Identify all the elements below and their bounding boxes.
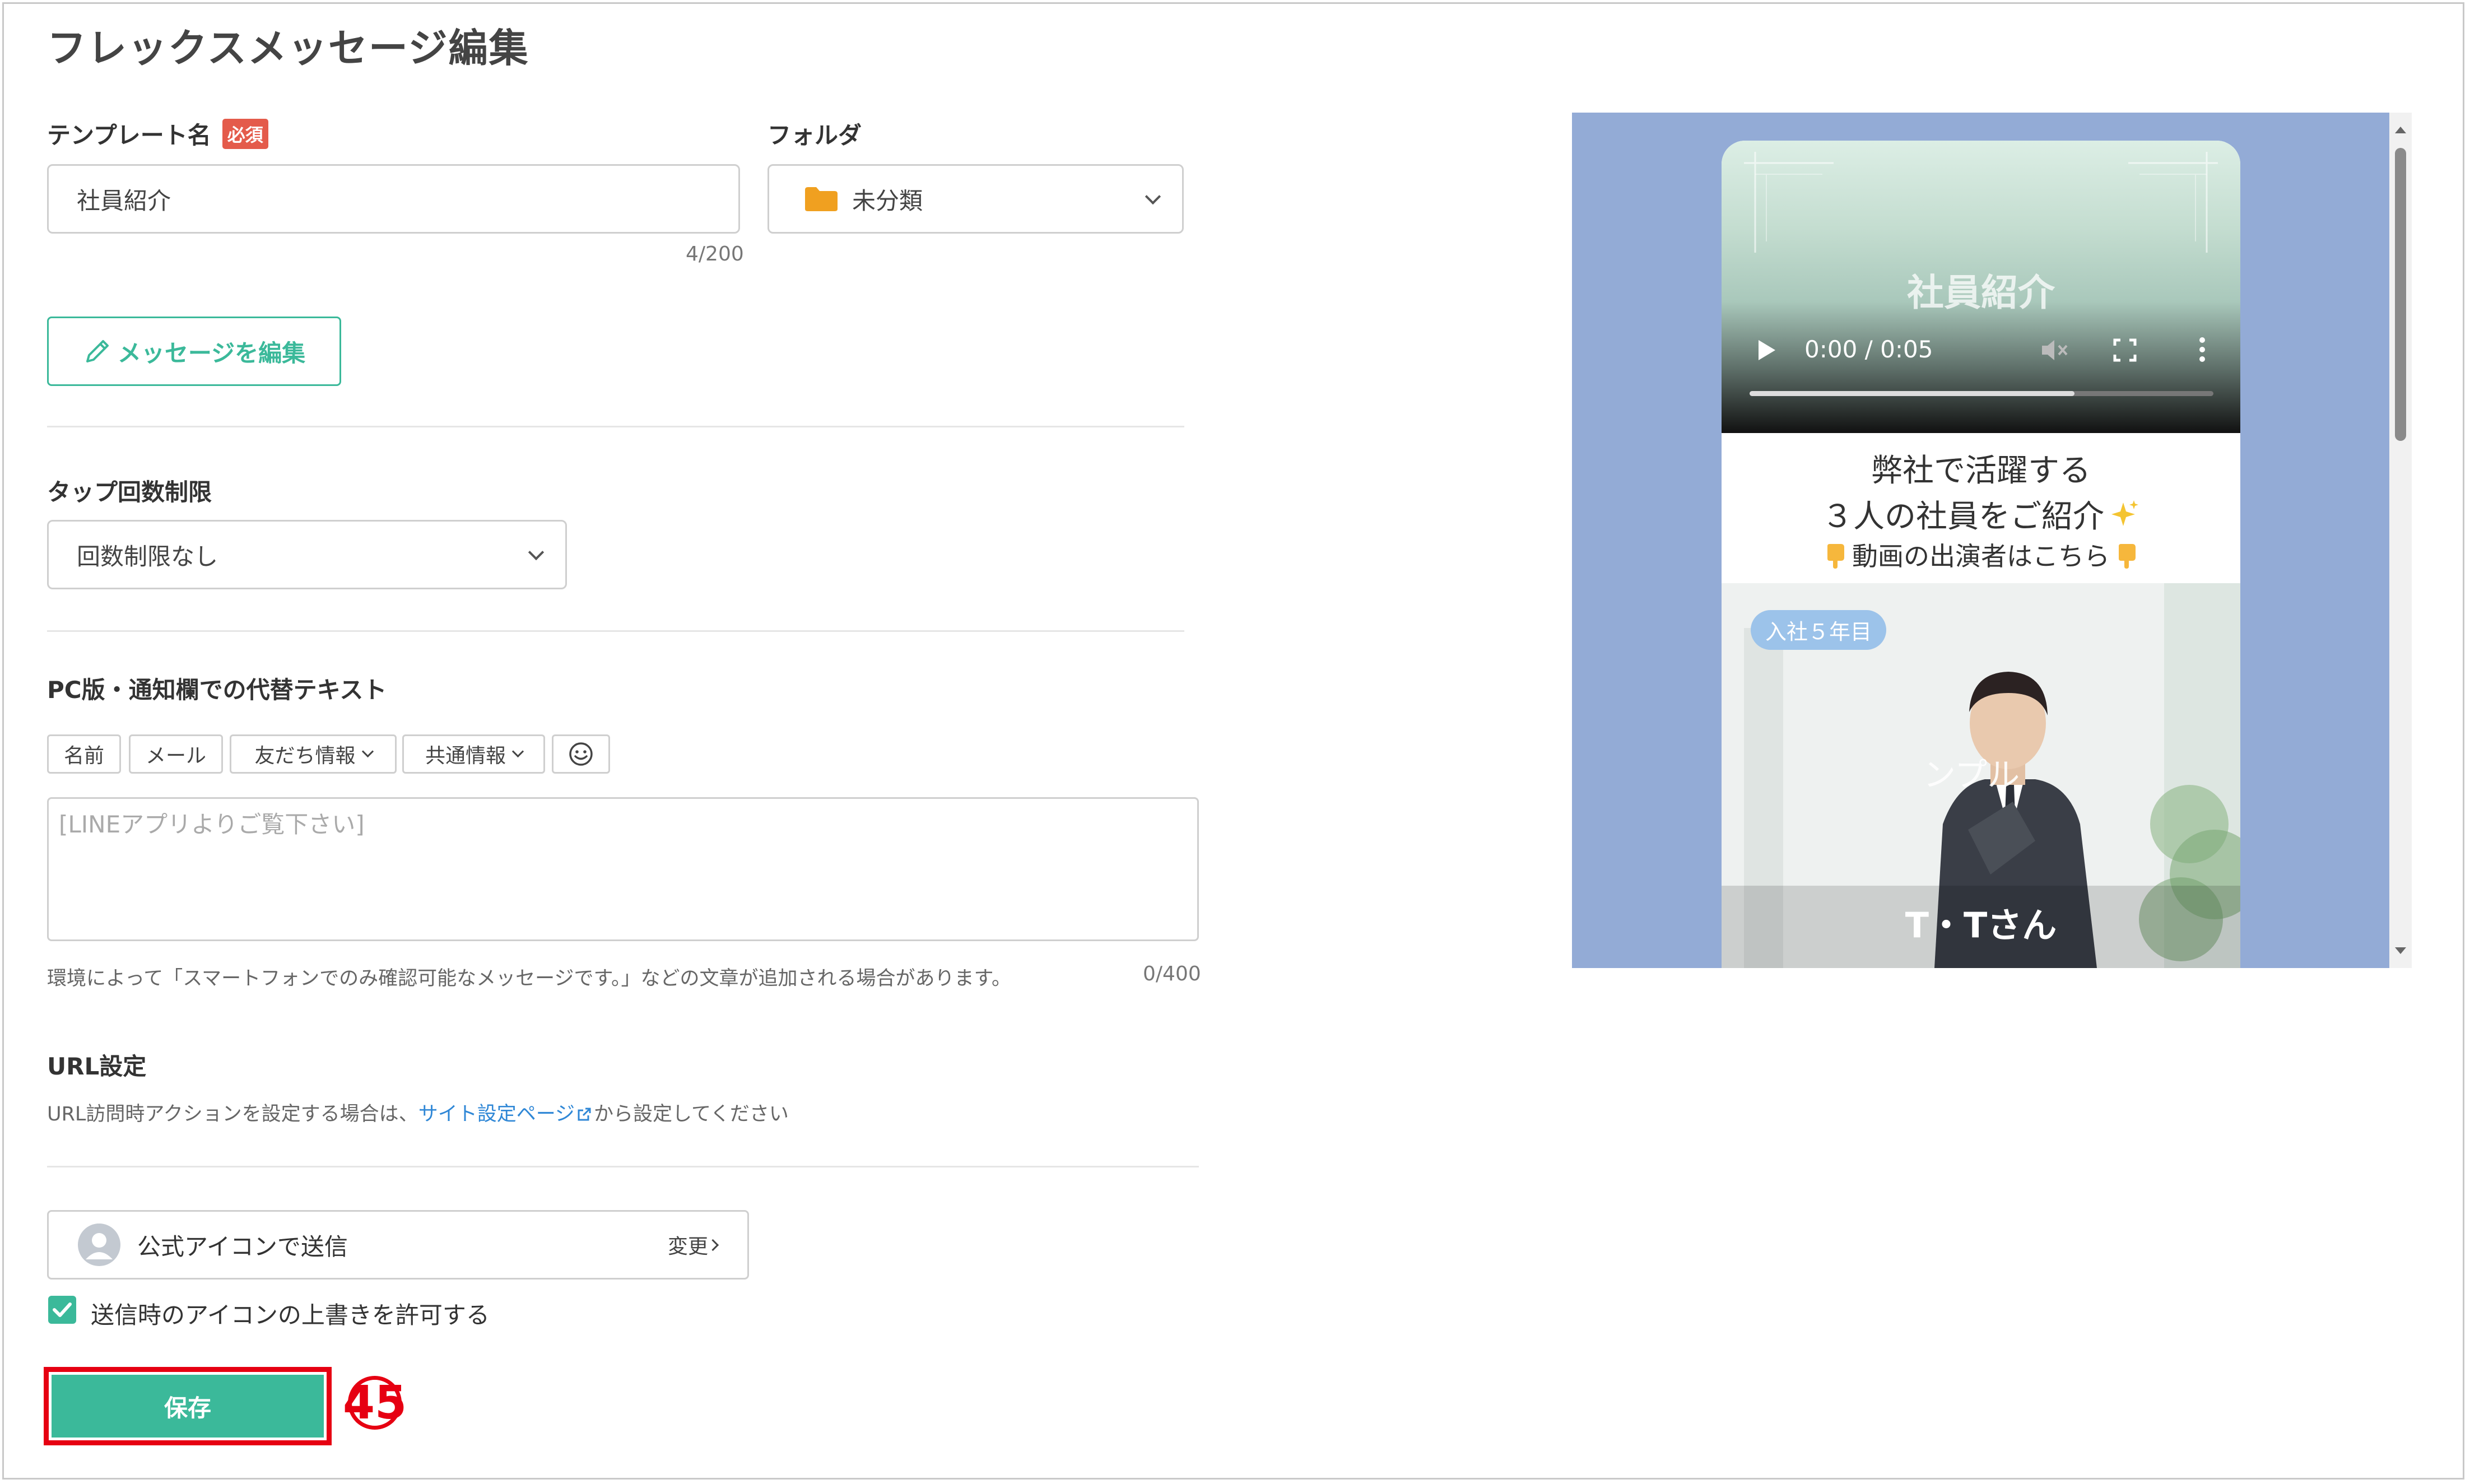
folder-value: 未分類 — [852, 187, 923, 215]
url-note-before: URL訪問時アクションを設定する場合は、 — [47, 1103, 418, 1125]
chevron-down-icon — [1145, 188, 1161, 205]
intro-line-2: ３人の社員をご紹介 — [1822, 499, 2104, 535]
site-settings-link[interactable]: サイト設定ページ — [418, 1103, 575, 1125]
video-progress-track[interactable] — [1750, 391, 2213, 396]
edit-message-label: メッセージを編集 — [117, 339, 306, 367]
sender-label: 公式アイコンで送信 — [137, 1232, 348, 1260]
chevron-down-icon — [528, 544, 545, 561]
chevron-down-icon — [361, 745, 374, 757]
save-button[interactable]: 保存 — [52, 1375, 324, 1438]
page-title: フレックスメッセージ編集 — [47, 25, 529, 71]
template-name-label-text: テンプレート名 — [47, 122, 211, 149]
pencil-icon — [86, 340, 109, 362]
override-checkbox[interactable] — [48, 1296, 76, 1324]
shared-info-label: 共通情報 — [425, 745, 506, 767]
shared-info-dropdown[interactable]: 共通情報 — [402, 734, 545, 774]
template-name-value: 社員紹介 — [77, 187, 171, 215]
override-checkbox-label: 送信時のアイコンの上書きを許可する — [91, 1301, 490, 1329]
sparkles-icon — [2111, 500, 2138, 526]
url-settings-label: URL設定 — [47, 1053, 147, 1080]
friend-info-dropdown[interactable]: 友だち情報 — [230, 734, 397, 774]
emoji-button[interactable] — [552, 734, 610, 774]
phone-preview: 社員紹介 0:00 / 0:05 弊社で活躍する ３人の社員をご紹介 動画の出演… — [1722, 141, 2240, 968]
fullscreen-icon[interactable] — [2113, 338, 2137, 362]
chevron-down-icon — [511, 745, 524, 757]
required-badge: 必須 — [222, 119, 268, 149]
folder-select[interactable]: 未分類 — [767, 164, 1184, 234]
video-title: 社員紹介 — [1907, 271, 2055, 314]
employee-card[interactable]: 入社５年目 ンプル T・Tさん — [1722, 583, 2240, 968]
alt-text-label: PC版・通知欄での代替テキスト — [47, 676, 387, 704]
more-options-icon[interactable] — [2197, 336, 2208, 364]
insert-name-chip[interactable]: 名前 — [47, 734, 121, 774]
folder-icon — [805, 187, 838, 211]
annotation-marker: 45 — [342, 1376, 407, 1430]
alt-text-placeholder: [LINEアプリよりご覧下さい] — [59, 811, 365, 838]
scroll-down-arrow-icon[interactable] — [2389, 940, 2412, 962]
year-badge: 入社５年目 — [1751, 610, 1887, 650]
alt-text-textarea[interactable]: [LINEアプリよりご覧下さい] — [47, 797, 1199, 941]
sample-overlay-text: ンプル — [1923, 756, 2020, 794]
check-icon — [53, 1302, 72, 1317]
video-progress-fill — [1750, 391, 2074, 396]
template-name-label: テンプレート名 必須 — [47, 117, 268, 151]
intro-line-3-wrap: 動画の出演者はこちら — [1722, 536, 2240, 573]
sender-card[interactable]: 公式アイコンで送信 変更 — [47, 1210, 749, 1280]
tap-limit-value: 回数制限なし — [77, 542, 218, 570]
insert-email-label: メール — [145, 745, 206, 767]
employee-name: T・Tさん — [1905, 905, 2057, 946]
alt-text-counter: 0/400 — [1143, 962, 1201, 985]
insert-email-chip[interactable]: メール — [129, 734, 223, 774]
insert-name-label: 名前 — [63, 745, 104, 767]
video-time: 0:00 / 0:05 — [1804, 336, 1933, 363]
mute-icon[interactable] — [2039, 337, 2070, 364]
url-note-after: から設定してください — [594, 1103, 789, 1125]
intro-line-1: 弊社で活躍する — [1871, 453, 2091, 489]
intro-text-block: 弊社で活躍する ３人の社員をご紹介 動画の出演者はこちら — [1722, 433, 2240, 583]
play-icon[interactable] — [1755, 338, 1778, 362]
template-name-input[interactable]: 社員紹介 — [47, 164, 740, 234]
friend-info-label: 友だち情報 — [254, 745, 356, 767]
url-settings-note: URL訪問時アクションを設定する場合は、サイト設定ページ から設定してください — [47, 1098, 789, 1127]
template-name-counter: 4/200 — [686, 243, 744, 266]
pointing-down-icon — [2119, 544, 2136, 569]
scroll-up-arrow-icon[interactable] — [2389, 118, 2412, 141]
tap-limit-label: タップ回数制限 — [47, 478, 212, 506]
scrollbar-thumb[interactable] — [2395, 148, 2406, 441]
divider — [47, 1166, 1199, 1167]
sender-change-link[interactable]: 変更 — [668, 1230, 708, 1259]
avatar-icon — [78, 1224, 120, 1266]
tap-limit-select[interactable]: 回数制限なし — [47, 520, 567, 589]
external-link-icon[interactable] — [576, 1106, 593, 1123]
chevron-right-icon — [706, 1239, 719, 1251]
video-player[interactable]: 社員紹介 0:00 / 0:05 — [1722, 141, 2240, 433]
divider — [47, 630, 1184, 632]
save-label: 保存 — [164, 1394, 211, 1422]
pointing-down-icon — [1827, 544, 1844, 569]
smiley-icon — [569, 742, 593, 766]
divider — [47, 426, 1184, 427]
preview-scrollbar[interactable] — [2389, 113, 2412, 968]
alt-text-note: 環境によって「スマートフォンでのみ確認可能なメッセージです。」などの文章が追加さ… — [47, 967, 1011, 990]
intro-line-3: 動画の出演者はこちら — [1852, 541, 2110, 571]
intro-line-2-wrap: ３人の社員をご紹介 — [1722, 491, 2240, 537]
folder-label: フォルダ — [767, 122, 862, 149]
edit-message-button[interactable]: メッセージを編集 — [47, 317, 341, 386]
